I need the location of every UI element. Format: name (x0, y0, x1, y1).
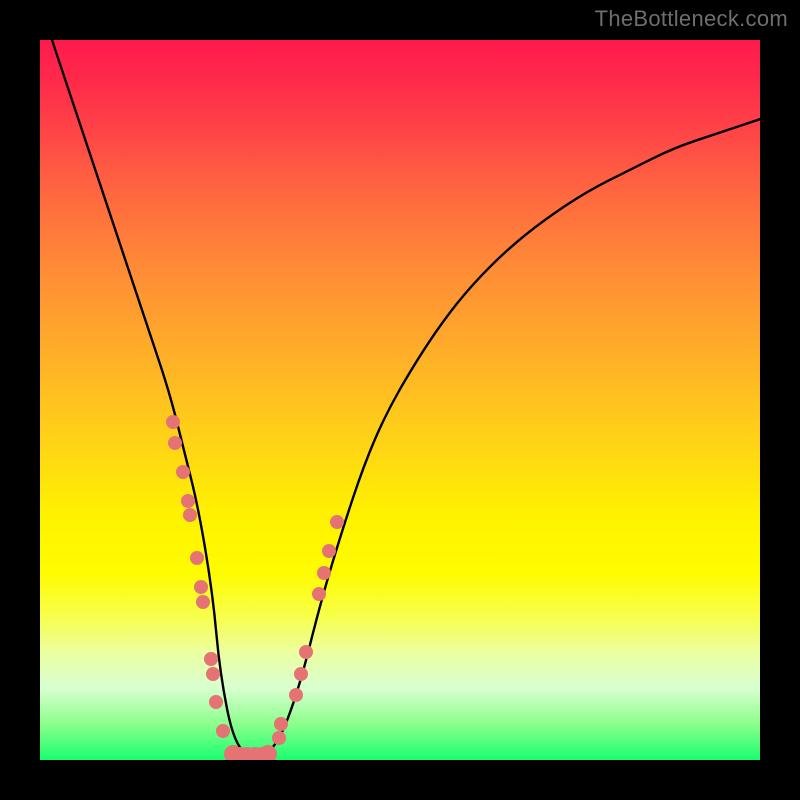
watermark-text: TheBottleneck.com (595, 6, 788, 32)
data-marker (216, 724, 230, 738)
data-marker (196, 595, 210, 609)
data-marker (289, 688, 303, 702)
plot-area (40, 40, 760, 760)
data-marker (294, 667, 308, 681)
background-gradient (40, 40, 760, 760)
data-marker (176, 465, 190, 479)
data-marker (299, 645, 313, 659)
data-marker (259, 745, 277, 760)
data-marker (166, 415, 180, 429)
data-marker (206, 667, 220, 681)
data-marker (181, 494, 195, 508)
data-marker (194, 580, 208, 594)
data-marker (330, 515, 344, 529)
chart-frame: TheBottleneck.com (0, 0, 800, 800)
data-marker (183, 508, 197, 522)
